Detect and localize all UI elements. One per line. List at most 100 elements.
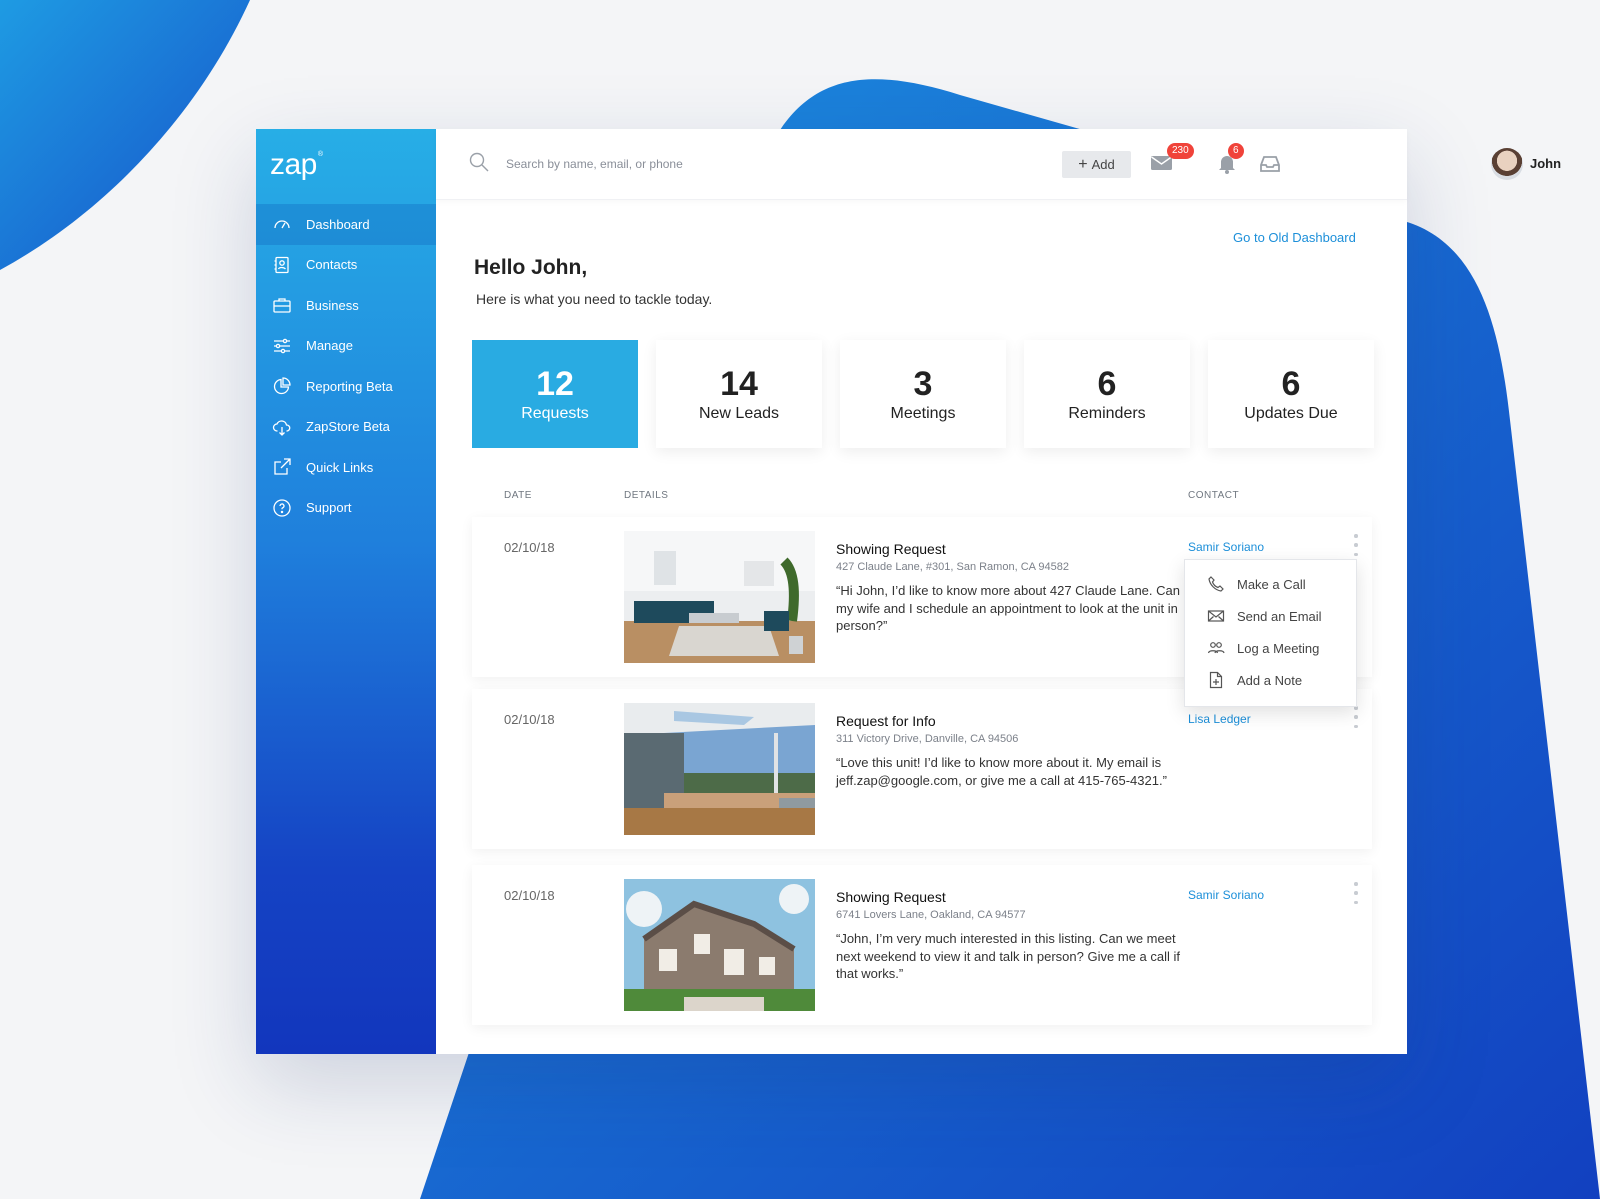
stat-card-reminders[interactable]: 6 Reminders — [1024, 340, 1190, 448]
address-book-icon — [272, 255, 292, 275]
sidebar-item-business[interactable]: Business — [256, 285, 436, 326]
stat-value: 3 — [913, 365, 933, 403]
sidebar-item-label: ZapStore Beta — [306, 419, 390, 435]
row-contact-link[interactable]: Lisa Ledger — [1188, 712, 1251, 726]
row-date: 02/10/18 — [504, 888, 555, 903]
stat-card-updates-due[interactable]: 6 Updates Due — [1208, 340, 1374, 448]
stat-value: 12 — [536, 365, 574, 403]
row-contact-link[interactable]: Samir Soriano — [1188, 540, 1264, 554]
sidebar-item-label: Quick Links — [306, 459, 374, 475]
living-room-photo — [624, 531, 815, 663]
stat-card-requests[interactable]: 12 Requests — [472, 340, 638, 448]
menu-item-label: Log a Meeting — [1237, 640, 1320, 656]
sidebar-item-label: Reporting Beta — [306, 378, 393, 394]
menu-item-label: Make a Call — [1237, 576, 1306, 592]
row-date: 02/10/18 — [504, 712, 555, 727]
add-button[interactable]: + Add — [1062, 151, 1131, 178]
row-address: 427 Claude Lane, #301, San Ramon, CA 945… — [836, 561, 1070, 573]
row-title: Request for Info — [836, 713, 936, 729]
inbox-icon — [1260, 156, 1280, 172]
old-dashboard-link[interactable]: Go to Old Dashboard — [1233, 230, 1356, 245]
column-header-date: DATE — [504, 490, 532, 501]
more-options-icon[interactable] — [1352, 706, 1360, 728]
logo-text: zap — [270, 147, 317, 181]
phone-icon — [1208, 576, 1224, 592]
sidebar-item-manage[interactable]: Manage — [256, 326, 436, 367]
row-message: “Hi John, I’d like to know more about 42… — [836, 583, 1180, 633]
plus-icon: + — [1078, 155, 1088, 173]
row-message: “John, I’m very much interested in this … — [836, 931, 1180, 981]
briefcase-icon — [272, 295, 292, 315]
stat-value: 6 — [1097, 365, 1117, 403]
sidebar-item-reporting[interactable]: Reporting Beta — [256, 366, 436, 407]
page-subtitle: Here is what you need to tackle today. — [476, 291, 713, 307]
stat-card-meetings[interactable]: 3 Meetings — [840, 340, 1006, 448]
column-header-details: DETAILS — [624, 490, 669, 501]
contact-actions-menu: Make a Call Send an Email Log a Meeting … — [1184, 559, 1357, 707]
sidebar-item-label: Dashboard — [306, 216, 370, 232]
user-name[interactable]: John — [1530, 156, 1561, 171]
help-circle-icon — [272, 498, 292, 518]
stat-label: Requests — [521, 405, 589, 422]
menu-item-add-note[interactable]: Add a Note — [1185, 664, 1356, 696]
mail-count-badge: 230 — [1167, 143, 1194, 159]
row-title: Showing Request — [836, 889, 946, 905]
logo-mark: ® — [317, 151, 323, 158]
mail-button[interactable]: 230 — [1150, 143, 1194, 180]
page-title: Hello John, — [474, 256, 588, 279]
patio-view-photo — [624, 703, 815, 835]
pie-chart-icon — [272, 376, 292, 396]
menu-item-label: Send an Email — [1237, 608, 1322, 624]
sidebar-item-support[interactable]: Support — [256, 488, 436, 529]
stat-value: 14 — [720, 365, 758, 403]
row-address: 6741 Lovers Lane, Oakland, CA 94577 — [836, 909, 1026, 921]
avatar[interactable] — [1491, 148, 1523, 180]
sidebar-item-label: Support — [306, 500, 352, 516]
row-message: “Love this unit! I’d like to know more a… — [836, 755, 1167, 788]
menu-item-send-email[interactable]: Send an Email — [1185, 600, 1356, 632]
menu-item-make-call[interactable]: Make a Call — [1185, 568, 1356, 600]
stats-row: 12 Requests 14 New Leads 3 Meetings 6 Re… — [472, 340, 1374, 448]
table-row[interactable]: 02/10/18 Request for Info 311 Victory Dr… — [472, 689, 1372, 849]
gauge-icon — [272, 214, 292, 234]
row-address: 311 Victory Drive, Danville, CA 94506 — [836, 733, 1019, 745]
stat-card-new-leads[interactable]: 14 New Leads — [656, 340, 822, 448]
sidebar: zap ® Dashboard Contacts Business Manage… — [256, 129, 436, 1054]
stat-label: New Leads — [698, 405, 780, 422]
main-content: + Add 230 6 John Go to Old Dashboard Hel… — [436, 129, 1561, 1054]
search-input[interactable] — [506, 157, 926, 171]
top-bar: + Add 230 6 John — [436, 129, 1561, 200]
menu-item-log-meeting[interactable]: Log a Meeting — [1185, 632, 1356, 664]
table-row[interactable]: 02/10/18 Showing Request 6741 Lovers Lan… — [472, 865, 1372, 1025]
sidebar-item-label: Contacts — [306, 257, 358, 273]
sidebar-item-label: Business — [306, 297, 359, 313]
inbox-button[interactable] — [1258, 151, 1282, 180]
add-button-label: Add — [1091, 157, 1115, 172]
sliders-icon — [272, 336, 292, 356]
sidebar-item-quick-links[interactable]: Quick Links — [256, 447, 436, 488]
sidebar-item-contacts[interactable]: Contacts — [256, 245, 436, 286]
notifications-button[interactable]: 6 — [1215, 143, 1244, 180]
cloud-download-icon — [272, 417, 292, 437]
app-window: zap ® Dashboard Contacts Business Manage… — [256, 129, 1561, 1054]
menu-item-label: Add a Note — [1237, 672, 1303, 688]
sidebar-item-label: Manage — [306, 338, 353, 354]
stat-label: Reminders — [1068, 405, 1146, 422]
note-add-icon — [1209, 671, 1223, 689]
more-options-icon[interactable] — [1352, 882, 1360, 904]
search-icon — [468, 151, 490, 178]
row-contact-link[interactable]: Samir Soriano — [1188, 888, 1264, 902]
external-link-icon — [272, 457, 292, 477]
stat-label: Updates Due — [1244, 405, 1338, 422]
house-exterior-photo — [624, 879, 815, 1011]
stat-value: 6 — [1281, 365, 1301, 403]
notification-count-badge: 6 — [1228, 143, 1244, 159]
more-options-icon[interactable] — [1352, 534, 1360, 556]
zap-logo[interactable]: zap ® — [256, 129, 436, 200]
envelope-icon — [1207, 610, 1225, 622]
row-title: Showing Request — [836, 541, 946, 557]
people-icon — [1207, 642, 1225, 654]
sidebar-item-zapstore[interactable]: ZapStore Beta — [256, 407, 436, 448]
column-header-contact: CONTACT — [1188, 490, 1240, 501]
sidebar-item-dashboard[interactable]: Dashboard — [256, 204, 436, 245]
